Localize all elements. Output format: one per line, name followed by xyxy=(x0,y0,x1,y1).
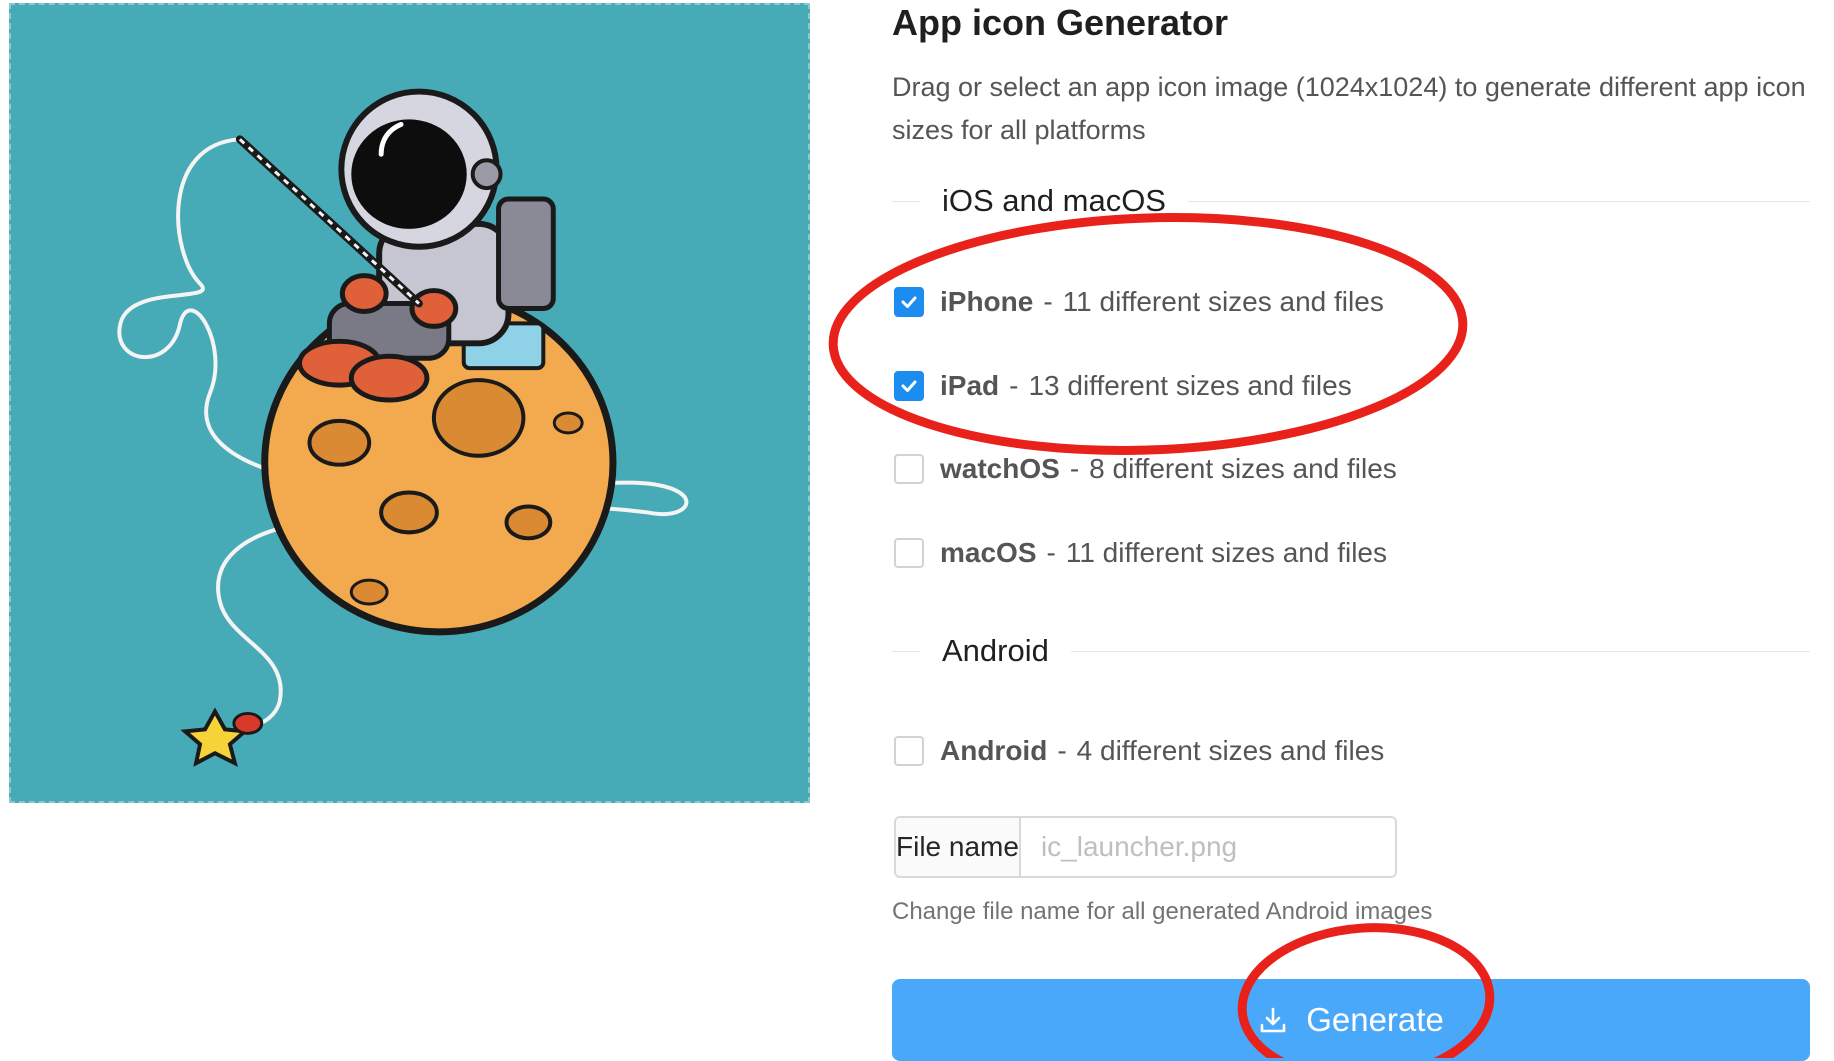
download-icon xyxy=(1258,1005,1288,1035)
option-description: 4 different sizes and files xyxy=(1076,735,1385,766)
file-name-input[interactable] xyxy=(1020,818,1395,876)
section-divider-android: Android xyxy=(892,633,1810,668)
android-checkbox[interactable] xyxy=(894,736,924,766)
astronaut-on-moon-image xyxy=(11,5,808,801)
option-android[interactable]: Android - 4 different sizes and files xyxy=(894,734,1384,768)
file-name-hint: Change file name for all generated Andro… xyxy=(892,898,1433,925)
option-name: watchOS xyxy=(940,453,1060,484)
option-name: Android xyxy=(940,735,1048,766)
option-description: 11 different sizes and files xyxy=(1062,286,1384,317)
option-name: iPhone xyxy=(940,286,1034,317)
option-name: macOS xyxy=(940,537,1037,568)
watchos-checkbox[interactable] xyxy=(894,454,924,484)
option-name: iPad xyxy=(940,370,1000,401)
option-separator: - xyxy=(1069,453,1080,484)
iphone-checkbox[interactable] xyxy=(894,287,924,317)
macos-checkbox[interactable] xyxy=(894,538,924,568)
generate-button[interactable]: Generate xyxy=(892,979,1810,1061)
check-icon xyxy=(901,296,917,308)
check-icon xyxy=(901,380,917,392)
section-label-android: Android xyxy=(942,633,1049,668)
divider-line xyxy=(1070,650,1810,652)
image-dropzone[interactable] xyxy=(9,3,810,803)
generate-label: Generate xyxy=(1306,1001,1444,1038)
divider-line xyxy=(892,200,920,202)
section-divider-ios: iOS and macOS xyxy=(892,183,1810,218)
file-name-label: File name xyxy=(896,818,1021,876)
option-description: 11 different sizes and files xyxy=(1065,537,1387,568)
option-separator: - xyxy=(1046,537,1056,568)
section-label-ios: iOS and macOS xyxy=(942,183,1166,218)
option-description: 13 different sizes and files xyxy=(1028,370,1352,401)
option-macos[interactable]: macOS - 11 different sizes and files xyxy=(894,536,1387,570)
option-watchos[interactable]: watchOS - 8 different sizes and files xyxy=(894,452,1397,486)
divider-line xyxy=(1187,200,1810,202)
option-separator: - xyxy=(1043,286,1053,317)
option-separator: - xyxy=(1009,370,1019,401)
page-description: Drag or select an app icon image (1024x1… xyxy=(892,72,1806,145)
annotation-circle-iphone-ipad xyxy=(828,213,1468,455)
option-description: 8 different sizes and files xyxy=(1089,453,1397,484)
ipad-checkbox[interactable] xyxy=(894,371,924,401)
page-title: App icon Generator xyxy=(892,2,1229,43)
option-ipad[interactable]: iPad - 13 different sizes and files xyxy=(894,369,1352,403)
option-iphone[interactable]: iPhone - 11 different sizes and files xyxy=(894,285,1384,319)
divider-line xyxy=(892,650,920,652)
option-separator: - xyxy=(1057,735,1067,766)
file-name-group: File name xyxy=(894,816,1397,878)
